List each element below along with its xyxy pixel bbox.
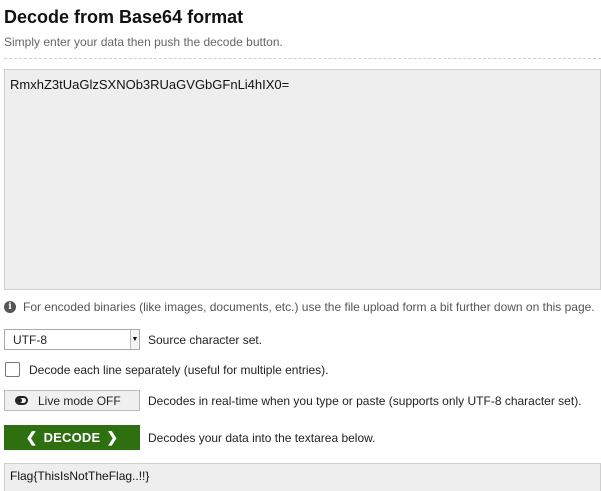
live-mode-row: Live mode OFF Decodes in real-time when … <box>4 390 582 411</box>
decode-description: Decodes your data into the textarea belo… <box>148 430 376 445</box>
decode-row: ❮ DECODE ❯ Decodes your data into the te… <box>4 425 375 450</box>
output-textarea[interactable]: Flag{ThisIsNotTheFlag..!!} <box>4 463 601 491</box>
decode-button[interactable]: ❮ DECODE ❯ <box>4 425 140 450</box>
chevron-left-icon: ❮ <box>25 429 38 445</box>
chevron-right-icon: ❯ <box>106 429 119 445</box>
charset-selected-value: UTF-8 <box>13 332 47 347</box>
charset-select[interactable]: UTF-8 ▼ <box>4 329 140 350</box>
input-textarea[interactable]: RmxhZ3tUaGlzSXNOb3RUaGVGbGFnLi4hIX0= <box>4 69 601 290</box>
live-mode-button[interactable]: Live mode OFF <box>4 390 140 411</box>
upload-info: i For encoded binaries (like images, doc… <box>4 300 595 314</box>
charset-row: UTF-8 ▼ Source character set. <box>4 329 262 350</box>
separate-lines-label[interactable]: Decode each line separately (useful for … <box>29 363 328 377</box>
decode-button-label: DECODE <box>43 430 101 445</box>
separate-lines-checkbox[interactable] <box>5 362 20 377</box>
page-title: Decode from Base64 format <box>4 7 244 27</box>
live-mode-description: Decodes in real-time when you type or pa… <box>148 393 582 408</box>
page-subtitle: Simply enter your data then push the dec… <box>4 35 283 49</box>
separate-lines-row: Decode each line separately (useful for … <box>4 362 328 377</box>
toggle-icon <box>15 396 28 405</box>
upload-info-text: For encoded binaries (like images, docum… <box>23 300 595 314</box>
charset-label: Source character set. <box>148 332 263 347</box>
divider <box>4 58 601 59</box>
dropdown-arrow-icon[interactable]: ▼ <box>130 330 139 349</box>
info-icon: i <box>4 301 16 313</box>
live-mode-label: Live mode OFF <box>38 393 121 408</box>
